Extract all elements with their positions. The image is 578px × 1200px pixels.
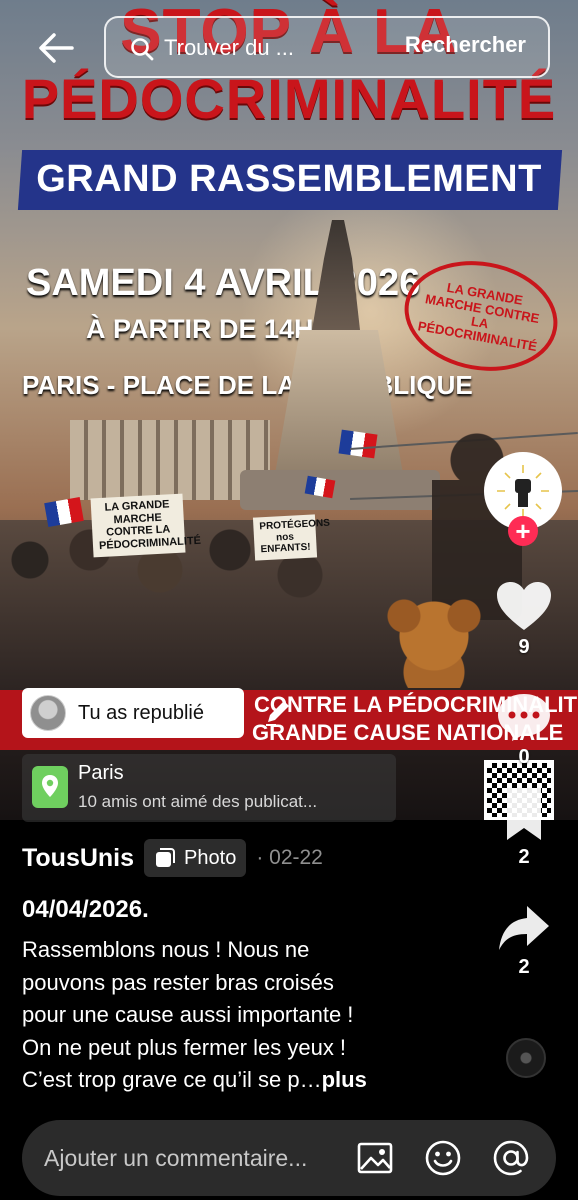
caption-line-text: C’est trop grave ce qu’il se p…	[22, 1067, 322, 1092]
caption-line: On ne peut plus fermer les yeux !	[22, 1034, 347, 1060]
caption-title: 04/04/2026.	[22, 896, 149, 923]
arrow-left-icon	[39, 33, 74, 63]
bookmark-icon	[507, 788, 541, 840]
photo-type-badge: Photo	[144, 839, 247, 877]
author-row: TousUnis Photo · 02-22	[22, 838, 323, 878]
poster-event-place: PARIS - PLACE DE LA RÉPUBLIQUE	[22, 370, 473, 400]
search-bar[interactable]: Rechercher	[104, 16, 550, 78]
at-mention-icon[interactable]	[492, 1139, 530, 1177]
repost-label: Tu as republié	[78, 701, 204, 724]
caption-line: Rassemblons nous ! Nous ne	[22, 937, 310, 962]
post-date: · 02-22	[256, 846, 323, 869]
location-subtitle: 10 amis ont aimé des publicat...	[78, 792, 318, 811]
search-input[interactable]	[164, 30, 334, 66]
location-card[interactable]: Paris 10 amis ont aimé des publicat...	[22, 754, 396, 822]
like-button[interactable]: 9	[486, 580, 562, 659]
caption-line: pouvons pas rester bras croisés	[22, 969, 334, 995]
caption-line-last: C’est trop grave ce qu’il se p…plus	[22, 1064, 472, 1097]
share-button[interactable]: 2	[486, 904, 562, 979]
repost-badge[interactable]: Tu as republié	[22, 688, 244, 738]
comment-button[interactable]: 0	[486, 692, 562, 769]
save-count: 2	[518, 846, 530, 868]
caption-body[interactable]: Rassemblons nous ! Nous ne pouvons pas r…	[22, 934, 472, 1097]
poster-event-time: À PARTIR DE 14H	[86, 314, 314, 344]
image-icon[interactable]	[356, 1139, 394, 1177]
creator-avatar-button[interactable]: +	[484, 452, 562, 546]
music-disc-button[interactable]	[506, 1038, 546, 1078]
raised-fist-icon	[497, 465, 549, 517]
comment-bar	[22, 1120, 556, 1196]
share-count: 2	[518, 956, 530, 978]
search-button[interactable]: Rechercher	[405, 32, 526, 58]
comment-bubble-icon	[498, 694, 550, 741]
location-title: Paris	[78, 762, 124, 784]
poster-banner-text: GRAND RASSEMBLEMENT	[36, 158, 542, 200]
emoji-icon[interactable]	[424, 1139, 462, 1177]
caption-line: pour une cause aussi importante !	[22, 1002, 354, 1027]
save-button[interactable]: 2	[486, 786, 562, 869]
comment-count: 0	[518, 746, 530, 768]
heart-icon	[497, 582, 551, 630]
avatar	[30, 695, 66, 731]
share-arrow-icon	[499, 906, 549, 950]
poster-protest-sign: PROTÉGEONS nos ENFANTS!	[252, 514, 330, 561]
photo-stack-icon	[156, 848, 176, 867]
author-name[interactable]: TousUnis	[22, 844, 134, 873]
photo-type-label: Photo	[184, 846, 237, 869]
like-count: 9	[518, 636, 530, 658]
poster-event-date: SAMEDI 4 AVRIL 2026	[26, 262, 421, 304]
poster-protest-sign: LA GRANDE MARCHE CONTRE LA PÉDOCRIMINALI…	[90, 493, 201, 557]
poster-monument-base	[240, 470, 440, 510]
back-button[interactable]	[34, 26, 78, 70]
map-pin-icon	[32, 766, 68, 808]
poster-french-flag	[338, 429, 378, 459]
poster-teddy-bear	[372, 592, 498, 688]
follow-plus-button[interactable]: +	[508, 516, 538, 546]
see-more-link[interactable]: plus	[322, 1067, 367, 1092]
pencil-icon[interactable]	[262, 696, 294, 728]
search-icon	[131, 38, 154, 61]
comment-input[interactable]	[44, 1138, 362, 1178]
